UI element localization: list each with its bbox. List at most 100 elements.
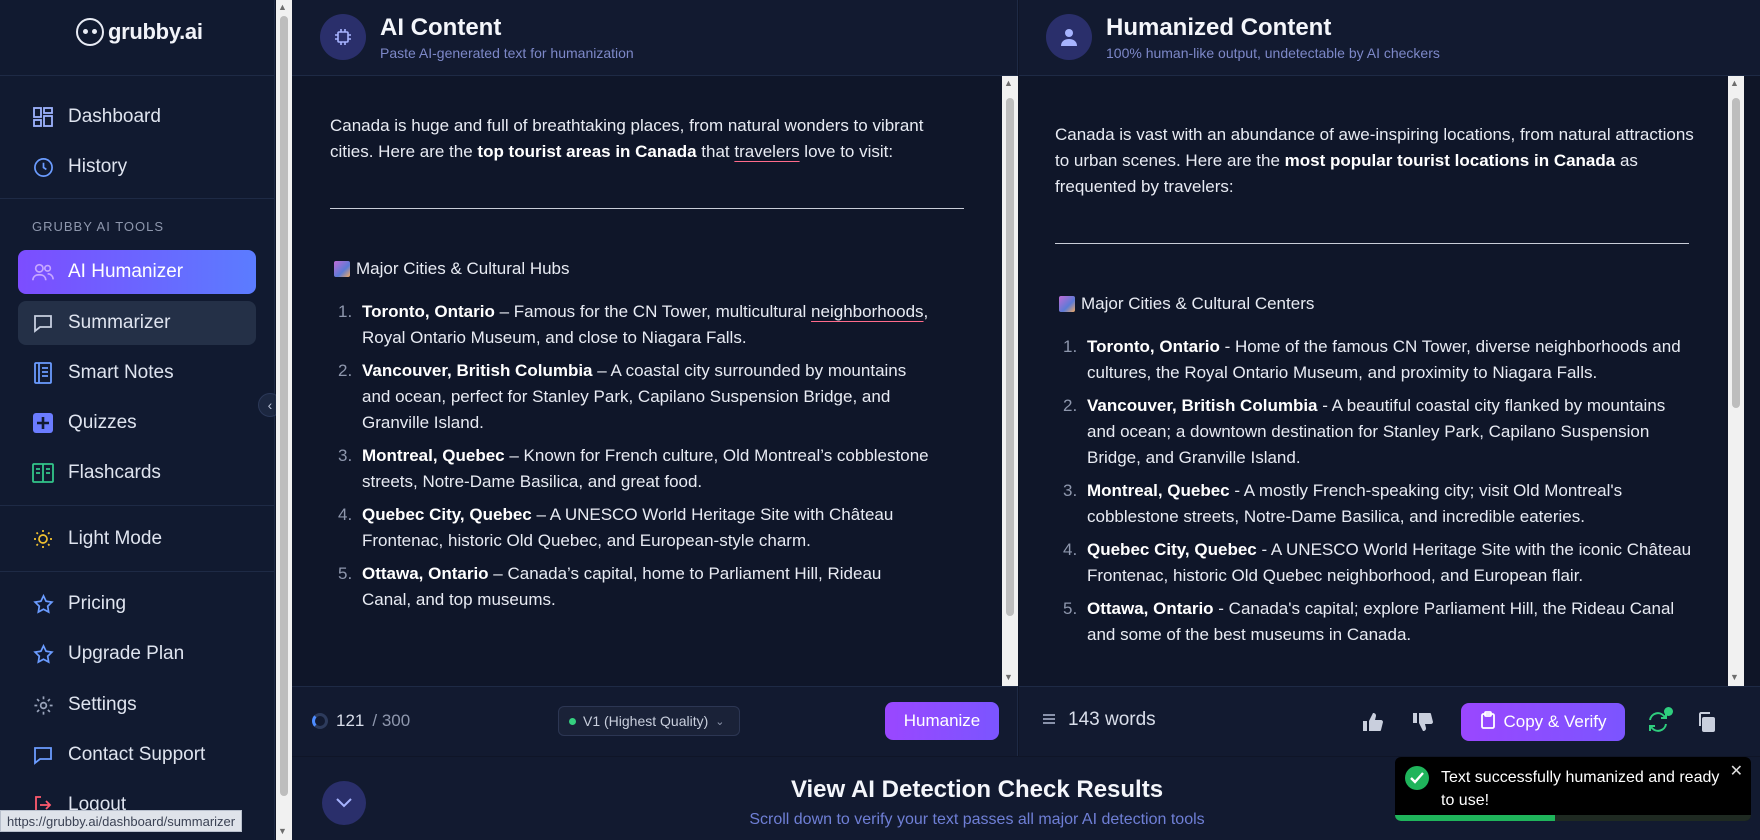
scroll-up-arrow-icon[interactable]: ▲	[1004, 78, 1013, 88]
sidebar-item-contact-support[interactable]: Contact Support	[18, 733, 256, 777]
sidebar-item-history[interactable]: History	[18, 145, 256, 189]
close-icon[interactable]: ✕	[1730, 761, 1743, 781]
status-dot	[569, 717, 576, 725]
copy-verify-label: Copy & Verify	[1503, 712, 1607, 731]
toast-progress	[1395, 815, 1751, 821]
list-item: 5. Ottawa, Ontario - Canada's capital; ex…	[1063, 599, 1675, 644]
dashboard-icon	[32, 106, 54, 128]
scroll-down-arrow-icon[interactable]: ▼	[1730, 672, 1739, 682]
ai-content-editor[interactable]: Canada is huge and full of breathtaking …	[292, 76, 1002, 686]
sidebar-item-summarizer[interactable]: Summarizer	[18, 301, 256, 345]
thumbs-up-button[interactable]	[1359, 708, 1387, 736]
scroll-down-arrow-icon[interactable]: ▼	[278, 826, 287, 836]
list-item: 1. Toronto, Ontario – Famous for the CN T…	[338, 302, 929, 347]
humanize-button[interactable]: Humanize	[885, 702, 999, 740]
scroll-up-arrow-icon[interactable]: ▲	[1730, 78, 1739, 88]
divider	[1055, 243, 1689, 244]
panel-subtitle: 100% human-like output, undetectable by …	[1106, 45, 1440, 61]
human-city-list: 1. Toronto, Ontario - Home of the famous …	[1055, 334, 1695, 655]
humanized-scrollbar[interactable]: ▲ ▼	[1728, 76, 1744, 686]
scrollbar-thumb[interactable]	[280, 16, 288, 796]
sidebar-item-smart-notes[interactable]: Smart Notes	[18, 351, 256, 395]
toast-message: Text successfully humanized and ready to…	[1441, 769, 1720, 809]
menu-lines-icon	[1042, 709, 1056, 731]
list-item: 4. Quebec City, Quebec – A UNESCO World H…	[338, 505, 894, 550]
status-dot	[1664, 707, 1673, 716]
sidebar-scrollbar[interactable]: ▲ ▼	[276, 0, 292, 840]
clock-icon	[32, 156, 54, 178]
copy-verify-button[interactable]: Copy & Verify	[1461, 703, 1625, 741]
scrollbar-thumb[interactable]	[1732, 98, 1740, 408]
human-intro-paragraph: Canada is vast with an abundance of awe-…	[1055, 125, 1694, 196]
scrollbar-thumb[interactable]	[1006, 98, 1014, 616]
sidebar-item-dashboard[interactable]: Dashboard	[18, 95, 256, 139]
scroll-up-arrow-icon[interactable]: ▲	[278, 2, 287, 12]
regenerate-button[interactable]	[1644, 707, 1673, 736]
copy-button[interactable]	[1692, 708, 1720, 736]
ai-content-header: AI Content Paste AI-generated text for h…	[292, 0, 1018, 76]
scroll-down-arrow-icon[interactable]: ▼	[1004, 672, 1013, 682]
word-counter: 121 / 300	[312, 711, 410, 731]
ai-editor-scrollbar[interactable]: ▲ ▼	[1002, 76, 1018, 686]
clipboard-icon	[1480, 710, 1496, 734]
message-icon	[32, 312, 54, 334]
thumbs-down-button[interactable]	[1409, 708, 1437, 736]
sidebar-item-label: Contact Support	[68, 744, 206, 765]
list-item: 1. Toronto, Ontario - Home of the famous …	[1063, 337, 1681, 382]
flashcards-icon	[32, 462, 54, 484]
sidebar-divider	[0, 198, 275, 199]
users-icon	[32, 261, 54, 283]
section-label: GRUBBY AI TOOLS	[32, 219, 165, 234]
list-item: 2. Vancouver, British Columbia - A beauti…	[1063, 396, 1666, 467]
sidebar-item-label: Flashcards	[68, 462, 161, 483]
sidebar-item-quizzes[interactable]: Quizzes	[18, 401, 256, 445]
logo[interactable]: grubby.ai	[76, 18, 203, 46]
sidebar-item-label: Quizzes	[68, 412, 137, 433]
sidebar-item-label: Dashboard	[68, 106, 161, 127]
logo-text: grubby.ai	[108, 19, 203, 44]
model-select-value: V1 (Highest Quality)	[583, 713, 709, 729]
star-icon	[32, 593, 54, 615]
list-item: 4. Quebec City, Quebec - A UNESCO World H…	[1063, 540, 1692, 585]
notes-icon	[32, 362, 54, 384]
sidebar-item-ai-humanizer[interactable]: AI Humanizer	[18, 250, 256, 294]
sidebar-divider	[0, 75, 275, 76]
city-emoji-icon	[334, 261, 350, 277]
sidebar-divider	[0, 505, 275, 506]
model-select[interactable]: V1 (Highest Quality) ⌄	[558, 706, 740, 736]
sidebar-item-flashcards[interactable]: Flashcards	[18, 451, 256, 495]
sun-icon	[32, 528, 54, 550]
star-icon	[32, 643, 54, 665]
quiz-plus-icon	[32, 412, 54, 434]
sidebar-item-label: AI Humanizer	[68, 261, 184, 282]
ai-intro-paragraph: Canada is huge and full of breathtaking …	[330, 116, 924, 161]
humanized-content-output[interactable]: Canada is vast with an abundance of awe-…	[1019, 76, 1725, 686]
chip-icon	[320, 14, 366, 60]
divider	[330, 208, 964, 209]
gear-icon	[32, 694, 54, 716]
list-item: 3. Montreal, Quebec - A mostly French-spe…	[1063, 481, 1623, 526]
section-heading: Major Cities & Cultural Hubs	[334, 259, 570, 279]
ai-city-list: 1. Toronto, Ontario – Famous for the CN T…	[330, 299, 930, 620]
list-item: 5. Ottawa, Ontario – Canada’s capital, ho…	[338, 564, 882, 609]
word-count: 121	[336, 711, 365, 730]
word-limit: / 300	[372, 711, 411, 730]
sidebar-item-settings[interactable]: Settings	[18, 683, 256, 727]
humanized-content-header: Humanized Content 100% human-like output…	[1019, 0, 1760, 76]
list-item: 3. Montreal, Quebec – Known for French cu…	[338, 446, 929, 491]
sidebar-item-label: Upgrade Plan	[68, 643, 185, 664]
chevron-left-icon: ‹	[267, 397, 273, 413]
sidebar-item-upgrade-plan[interactable]: Upgrade Plan	[18, 632, 256, 676]
sidebar-item-label: Summarizer	[68, 312, 171, 333]
sidebar-item-pricing[interactable]: Pricing	[18, 582, 256, 626]
success-toast: Text successfully humanized and ready to…	[1395, 757, 1751, 821]
chevron-down-icon: ⌄	[715, 715, 725, 728]
thumbs-up-icon	[1363, 713, 1383, 731]
city-emoji-icon	[1059, 296, 1075, 312]
light-mode-toggle[interactable]: Light Mode	[18, 517, 256, 561]
copy-icon	[1699, 712, 1715, 732]
grubby-logo-icon	[76, 18, 104, 46]
word-count-output: 143 words	[1042, 709, 1156, 731]
sidebar: grubby.ai Dashboard History GRUBBY AI TO…	[0, 0, 275, 840]
user-icon	[1046, 14, 1092, 60]
